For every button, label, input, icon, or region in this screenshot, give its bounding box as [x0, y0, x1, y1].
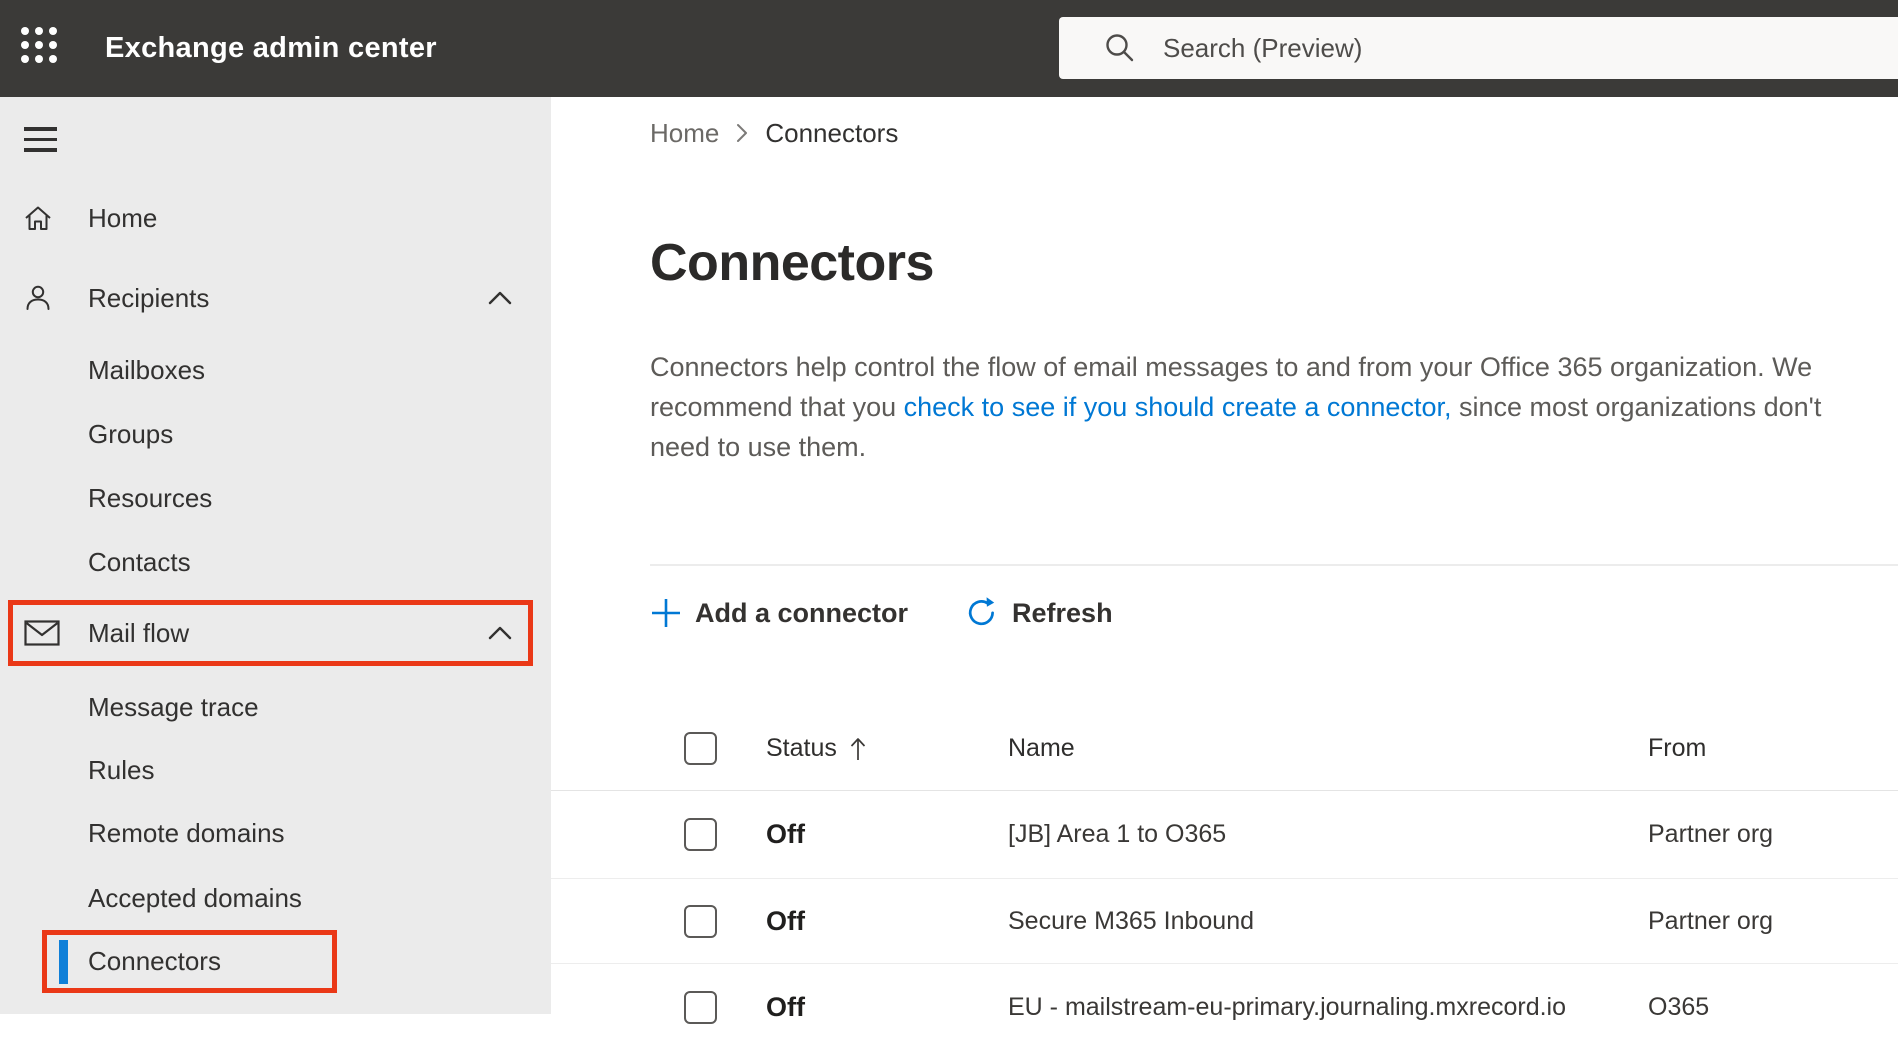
toolbar-divider	[650, 564, 1898, 566]
page-title: Connectors	[650, 233, 934, 293]
chevron-up-icon	[486, 625, 514, 641]
refresh-button[interactable]: Refresh	[965, 596, 1113, 630]
add-connector-button[interactable]: Add a connector	[650, 597, 908, 629]
sidebar-item-connectors[interactable]: Connectors	[42, 930, 337, 993]
command-bar: Add a connector Refresh	[650, 583, 1113, 643]
hamburger-menu-icon[interactable]	[24, 127, 57, 159]
sidebar-item-label: Connectors	[47, 946, 221, 977]
left-navigation: Home Recipients Mailboxes Groups Resourc…	[0, 97, 551, 1014]
sidebar-item-groups[interactable]: Groups	[0, 402, 551, 466]
connector-status: Off	[766, 906, 805, 937]
connector-from: O365	[1648, 993, 1898, 1022]
sidebar-item-resources[interactable]: Resources	[0, 466, 551, 530]
sidebar-item-label: Message trace	[0, 692, 259, 723]
sort-ascending-arrow-icon	[849, 736, 867, 762]
sidebar-item-remote-domains[interactable]: Remote domains	[0, 801, 551, 865]
sidebar-item-mail-flow[interactable]: Mail flow	[8, 600, 533, 666]
sidebar-item-home[interactable]: Home	[0, 186, 551, 250]
connector-name: Secure M365 Inbound	[1008, 907, 1648, 936]
sidebar-item-message-trace[interactable]: Message trace	[0, 675, 551, 739]
top-app-bar: Exchange admin center	[0, 0, 1898, 97]
refresh-icon	[965, 596, 999, 630]
search-box[interactable]	[1059, 17, 1898, 79]
connector-from: Partner org	[1648, 907, 1898, 936]
person-icon	[22, 282, 54, 314]
breadcrumb-current[interactable]: Connectors	[765, 118, 898, 149]
sidebar-item-label: Resources	[0, 483, 212, 514]
refresh-label: Refresh	[1012, 598, 1113, 629]
connector-name: EU - mailstream-eu-primary.journaling.mx…	[1008, 993, 1648, 1022]
sidebar-item-label: Groups	[0, 419, 173, 450]
plus-icon	[650, 597, 682, 629]
sidebar-item-label: Contacts	[0, 547, 191, 578]
selected-item-indicator	[59, 940, 68, 984]
home-icon	[22, 202, 54, 234]
table-row[interactable]: Off EU - mailstream-eu-primary.journalin…	[551, 963, 1898, 1050]
sidebar-item-recipients[interactable]: Recipients	[0, 266, 551, 330]
row-checkbox[interactable]	[684, 991, 717, 1024]
sidebar-item-label: Accepted domains	[0, 883, 302, 914]
sidebar-item-mailboxes[interactable]: Mailboxes	[0, 338, 551, 402]
connector-status: Off	[766, 819, 805, 850]
sidebar-item-label: Mailboxes	[0, 355, 205, 386]
column-header-status[interactable]: Status	[766, 734, 837, 763]
chevron-right-icon	[736, 123, 748, 143]
table-row[interactable]: Off Secure M365 Inbound Partner org	[551, 878, 1898, 963]
select-all-checkbox[interactable]	[684, 732, 717, 765]
main-content: Home Connectors Connectors Connectors he…	[551, 97, 1898, 1014]
connector-name: [JB] Area 1 to O365	[1008, 820, 1648, 849]
sidebar-item-label: Rules	[0, 755, 154, 786]
row-checkbox[interactable]	[684, 905, 717, 938]
row-checkbox[interactable]	[684, 818, 717, 851]
search-input[interactable]	[1163, 33, 1763, 64]
table-header-row: Status Name From	[551, 707, 1898, 791]
app-launcher-waffle-icon[interactable]	[21, 27, 63, 69]
column-header-from[interactable]: From	[1648, 734, 1898, 763]
column-header-name[interactable]: Name	[1008, 734, 1648, 763]
page-description: Connectors help control the flow of emai…	[650, 347, 1865, 467]
sidebar-item-rules[interactable]: Rules	[0, 738, 551, 802]
app-title: Exchange admin center	[105, 0, 437, 97]
sidebar-item-accepted-domains[interactable]: Accepted domains	[0, 866, 551, 930]
table-row[interactable]: Off [JB] Area 1 to O365 Partner org	[551, 791, 1898, 878]
breadcrumb-home-link[interactable]: Home	[650, 118, 719, 149]
add-connector-label: Add a connector	[695, 598, 908, 629]
sidebar-item-label: Remote domains	[0, 818, 285, 849]
breadcrumb: Home Connectors	[650, 117, 898, 149]
connector-from: Partner org	[1648, 820, 1898, 849]
create-connector-check-link[interactable]: check to see if you should create a conn…	[904, 392, 1452, 422]
sidebar-item-contacts[interactable]: Contacts	[0, 530, 551, 594]
mail-icon	[24, 620, 60, 646]
search-icon	[1103, 31, 1137, 65]
chevron-up-icon	[486, 290, 514, 306]
connector-status: Off	[766, 992, 805, 1023]
